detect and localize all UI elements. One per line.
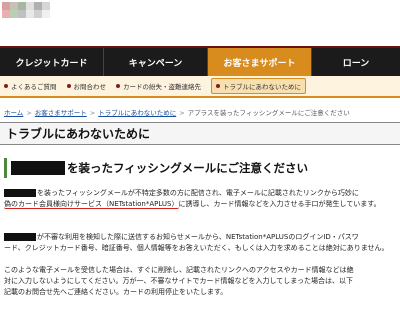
logo-tile — [26, 2, 34, 10]
breadcrumb-separator: > — [89, 109, 96, 117]
subnav-contact[interactable]: お問合わせ — [66, 81, 107, 91]
header-logo-area — [0, 0, 400, 46]
bullet-icon — [116, 84, 120, 88]
logo-tile — [2, 10, 10, 18]
subnav-avoid-trouble-label: トラブルにあわないために — [223, 83, 301, 91]
logo-tile — [26, 10, 34, 18]
paragraph-line: ード、クレジットカード番号、暗証番号、個人情報等をお答えいただく、もしくは入力を… — [4, 243, 398, 254]
breadcrumb-support[interactable]: お客さまサポート — [35, 109, 87, 117]
paragraph-line: 対に入力しないようにしてください。万が一、不審なサイトでカード情報などを入力して… — [4, 276, 398, 287]
subnav-lost-card-label: カードの紛失・盗難連絡先 — [123, 83, 201, 91]
paragraph-text: を装ったフィッシングメールが不特定多数の方に配信され、電子メールに記載されたリン… — [37, 189, 359, 197]
breadcrumb-separator: > — [26, 109, 32, 117]
site-logo[interactable] — [2, 2, 50, 18]
nav-campaign[interactable]: キャンペーン — [104, 48, 208, 76]
breadcrumb-trouble[interactable]: トラブルにあわないために — [98, 109, 176, 117]
paragraph-line: を装ったフィッシングメールが不特定多数の方に配信され、電子メールに記載されたリン… — [4, 188, 398, 199]
paragraph-text: 対に入力しないようにしてください。万が一、不審なサイトでカード情報などを入力して… — [4, 277, 353, 285]
paragraph-line: 記載のお問合せ先へご連絡ください。カードの利用停止をいたします。 — [4, 287, 398, 298]
breadcrumb: ホーム > お客さまサポート > トラブルにあわないために > アプラスを装ったフィッシング… — [4, 107, 350, 117]
paragraph-text: ード、クレジットカード番号、暗証番号、個人情報等をお答えいただく、もしくは入力を… — [4, 244, 389, 252]
redacted-block — [4, 189, 36, 197]
paragraph-phishing-description: を装ったフィッシングメールが不特定多数の方に配信され、電子メールに記載されたリン… — [4, 188, 398, 210]
highlighted-fake-service: 偽のカード会員様向けサービス（NETstation*APLUS） — [4, 200, 179, 209]
nav-customer-support[interactable]: お客さまサポート — [208, 48, 312, 76]
subnav-faq-label: よくあるご質問 — [11, 83, 57, 91]
subnav-faq[interactable]: よくあるご質問 — [4, 81, 57, 91]
bullet-icon — [216, 84, 220, 88]
paragraph-line: が不審な利用を検知した際に送信するお知らせメールから、NETstation*AP… — [4, 232, 398, 243]
logo-tile — [42, 2, 50, 10]
main-navigation: クレジットカード キャンペーン お客さまサポート ローン — [0, 46, 400, 76]
subnav-contact-label: お問合わせ — [73, 83, 107, 91]
bullet-icon — [4, 84, 8, 88]
paragraph-text: このような電子メールを受信した場合は、すぐに削除し、記載されたリンクへのアクセス… — [4, 266, 354, 274]
subnav-avoid-trouble[interactable]: トラブルにあわないために — [211, 78, 306, 94]
section-heading-text: を装ったフィッシングメールにご注意ください — [67, 161, 309, 175]
paragraph-text: が不審な利用を検知した際に送信するお知らせメールから、NETstation*AP… — [37, 233, 359, 241]
logo-tile — [42, 10, 50, 18]
logo-tile — [34, 2, 42, 10]
page-title: トラブルにあわないために — [0, 122, 400, 145]
nav-loan[interactable]: ローン — [312, 48, 400, 76]
logo-tile — [2, 2, 10, 10]
logo-tile — [10, 10, 18, 18]
breadcrumb-separator: > — [179, 109, 185, 117]
paragraph-text: に誘導し、カード情報などを入力させる手口が発生しています。 — [178, 200, 381, 208]
nav-credit-card[interactable]: クレジットカード — [0, 48, 104, 76]
logo-tile — [34, 10, 42, 18]
breadcrumb-current: アプラスを装ったフィッシングメールにご注意ください — [187, 109, 350, 117]
sub-navigation: よくあるご質問 お問合わせ カードの紛失・盗難連絡先 トラブルにあわないために — [0, 76, 400, 98]
paragraph-notice: が不審な利用を検知した際に送信するお知らせメールから、NETstation*AP… — [4, 232, 398, 254]
logo-tile — [18, 10, 26, 18]
paragraph-text: 記載のお問合せ先へご連絡ください。カードの利用停止をいたします。 — [4, 288, 228, 296]
logo-tile — [18, 2, 26, 10]
section-heading: を装ったフィッシングメールにご注意ください — [4, 158, 396, 178]
logo-tile — [10, 2, 18, 10]
redacted-block — [4, 233, 36, 241]
paragraph-instructions: このような電子メールを受信した場合は、すぐに削除し、記載されたリンクへのアクセス… — [4, 265, 398, 298]
redacted-block — [11, 161, 65, 175]
bullet-icon — [66, 84, 71, 88]
breadcrumb-home[interactable]: ホーム — [4, 109, 23, 117]
paragraph-line: このような電子メールを受信した場合は、すぐに削除し、記載されたリンクへのアクセス… — [4, 265, 398, 276]
paragraph-line: 偽のカード会員様向けサービス（NETstation*APLUS）に誘導し、カード… — [4, 199, 398, 210]
subnav-lost-card[interactable]: カードの紛失・盗難連絡先 — [116, 81, 201, 91]
